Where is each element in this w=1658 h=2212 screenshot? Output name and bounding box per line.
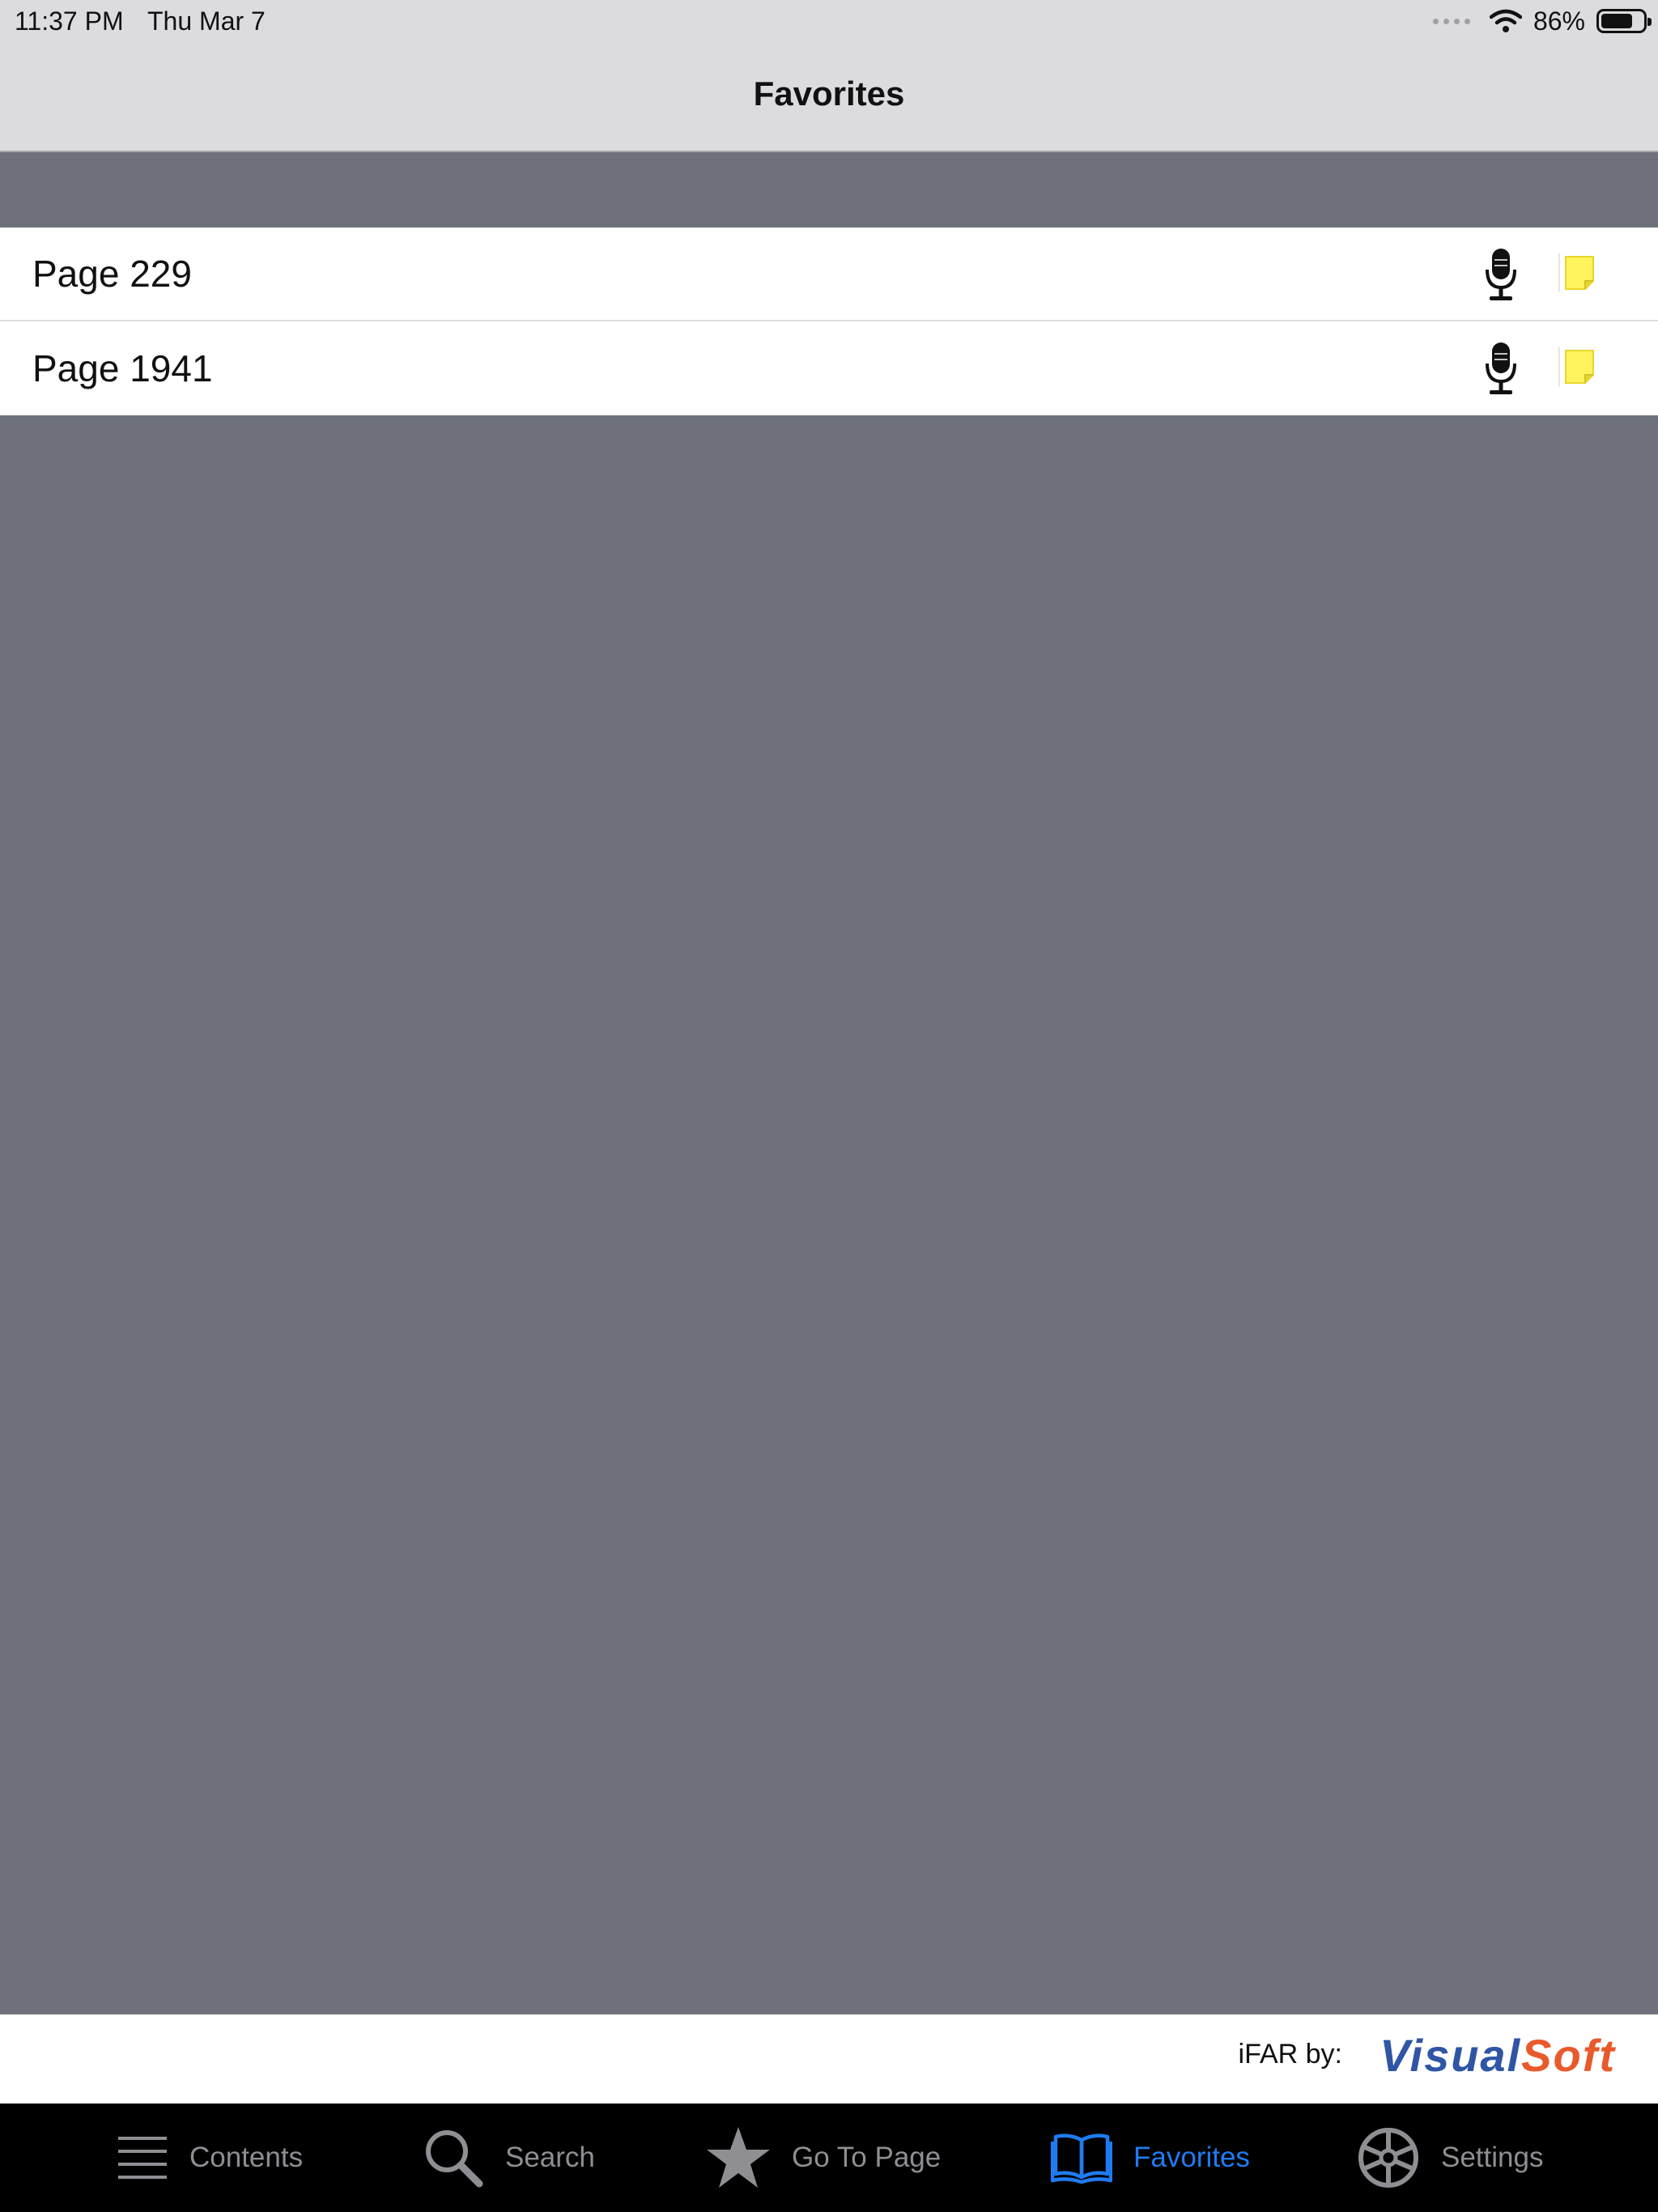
tab-label: Favorites	[1133, 2142, 1250, 2173]
brand-footer: iFAR by: VisualSoft	[0, 2014, 1658, 2104]
wifi-icon	[1489, 9, 1522, 32]
tab-search[interactable]: Search	[423, 2104, 595, 2212]
favorites-list: Page 229 Page 1941	[0, 228, 1658, 415]
star-icon	[707, 2127, 770, 2188]
visualsoft-logo: VisualSoft	[1380, 2029, 1616, 2082]
tab-settings[interactable]: Settings	[1357, 2104, 1543, 2212]
microphone-icon[interactable]	[1483, 247, 1519, 302]
favorite-row[interactable]: Page 1941	[0, 321, 1658, 415]
tab-label: Settings	[1441, 2142, 1544, 2173]
logo-soft: Soft	[1521, 2030, 1616, 2081]
microphone-icon[interactable]	[1483, 341, 1519, 396]
status-date: Thu Mar 7	[147, 6, 266, 36]
tab-contents[interactable]: Contents	[117, 2104, 303, 2212]
tab-label: Go To Page	[792, 2142, 942, 2173]
brand-prefix: iFAR by:	[1238, 2039, 1342, 2069]
open-book-icon	[1051, 2133, 1112, 2184]
sticky-note-icon[interactable]	[1558, 346, 1596, 388]
favorite-label: Page 229	[32, 253, 192, 295]
status-indicators: 86%	[1432, 5, 1652, 37]
sticky-note-icon[interactable]	[1558, 252, 1596, 294]
tab-label: Search	[505, 2142, 595, 2173]
page-title: Favorites	[753, 74, 905, 113]
list-icon	[118, 2137, 167, 2179]
tab-go-to-page[interactable]: Go To Page	[706, 2104, 941, 2212]
favorite-row[interactable]: Page 229	[0, 228, 1658, 321]
search-icon	[426, 2130, 483, 2188]
tab-favorites[interactable]: Favorites	[1051, 2104, 1250, 2212]
tab-label: Contents	[189, 2142, 304, 2173]
status-time: 11:37 PM	[15, 6, 124, 36]
logo-visual: Visual	[1380, 2030, 1522, 2081]
wheel-icon	[1358, 2128, 1418, 2188]
battery-icon	[1596, 9, 1652, 33]
favorite-label: Page 1941	[32, 347, 213, 389]
signal-dots-icon	[1432, 18, 1470, 24]
battery-percent: 86%	[1533, 6, 1585, 36]
tab-bar: Contents Search Go To Page Favorites Set…	[0, 2104, 1658, 2212]
status-and-nav-bar: 11:37 PM Thu Mar 7 86% Favorites	[0, 0, 1658, 152]
